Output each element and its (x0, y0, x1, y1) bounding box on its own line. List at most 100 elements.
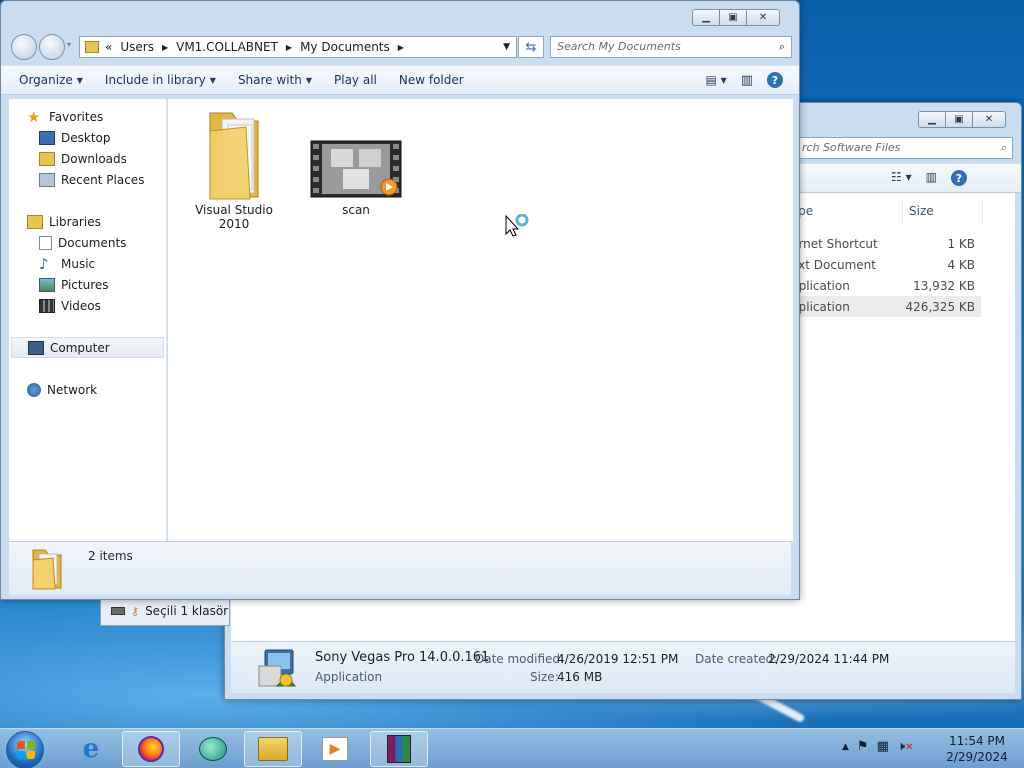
chevron-right-icon[interactable]: ▶ (398, 43, 404, 52)
nav-favorites[interactable]: ★ Favorites (9, 106, 166, 127)
back-search-placeholder: rch Software Files (802, 141, 901, 154)
help-icon[interactable]: ? (950, 170, 967, 186)
list-item[interactable]: ernet Shortcut 1 KB (791, 233, 981, 254)
folder-icon (29, 546, 65, 590)
view-options-icon[interactable]: ☷ ▾ (891, 170, 912, 186)
nav-libraries[interactable]: Libraries (9, 211, 166, 232)
nav-computer[interactable]: Computer (11, 337, 164, 358)
file-view[interactable]: Visual Studio 2010 scan (168, 99, 793, 541)
chat-app-icon (199, 737, 227, 761)
taskbar-media-player[interactable]: ▶ (306, 731, 364, 767)
folder-icon (202, 105, 266, 201)
search-input[interactable]: Search My Documents ⌕ (550, 36, 792, 58)
breadcrumb-my-documents[interactable]: My Documents ▶ (300, 40, 412, 54)
nav-downloads[interactable]: Downloads (9, 148, 166, 169)
address-folder-icon (85, 41, 99, 53)
forward-button[interactable] (39, 34, 65, 60)
back-caption-buttons: ▁ ▣ ✕ (918, 111, 1006, 128)
recent-pages-icon[interactable]: ▾ (67, 40, 71, 49)
share-with-button[interactable]: Share with ▼ (227, 73, 323, 87)
file-item-label: scan (342, 203, 370, 217)
firefox-icon (138, 736, 164, 762)
nav-pictures[interactable]: Pictures (9, 274, 166, 295)
list-item[interactable]: pplication 13,932 KB (791, 275, 981, 296)
details-pane: 2 items (9, 541, 791, 595)
nav-desktop[interactable]: Desktop (9, 127, 166, 148)
volume-muted-icon[interactable]: 🕨✕ (897, 739, 914, 754)
item-count: 2 items (88, 549, 133, 563)
show-hidden-icons-icon[interactable]: ▲ (842, 742, 849, 754)
address-dropdown-icon[interactable]: ▼ (503, 42, 510, 52)
drive-icon (111, 607, 125, 615)
play-all-button[interactable]: Play all (323, 73, 388, 87)
refresh-icon: ⇆ (525, 39, 537, 55)
address-overflow[interactable]: « (103, 40, 120, 54)
busy-cursor-icon (504, 213, 532, 241)
details-date-modified-label: Date modified: (475, 652, 565, 666)
front-caption-buttons: ▁ ▣ ✕ (692, 9, 780, 26)
minimize-button[interactable]: ▁ (692, 9, 720, 26)
taskbar-firefox[interactable] (122, 731, 180, 767)
refresh-button[interactable]: ⇆ (518, 36, 544, 58)
address-row: ▾ « Users ▶ VM1.COLLABNET ▶ My Documents… (9, 34, 792, 60)
help-icon[interactable]: ? (767, 72, 783, 88)
key-icon: ⚷ (131, 604, 140, 618)
preview-pane-icon[interactable]: ▥ (741, 73, 753, 88)
breadcrumb-users[interactable]: Users ▶ (120, 40, 176, 54)
address-bar[interactable]: « Users ▶ VM1.COLLABNET ▶ My Documents ▶… (79, 36, 517, 58)
preview-pane-icon[interactable]: ▥ (926, 170, 937, 186)
column-type[interactable]: ype (791, 201, 903, 223)
video-file-icon (309, 139, 403, 199)
caret-down-icon: ▼ (305, 75, 312, 85)
nav-documents[interactable]: Documents (9, 232, 166, 253)
taskbar-winrar[interactable] (370, 731, 428, 767)
search-placeholder: Search My Documents (557, 40, 681, 53)
taskbar-app-green[interactable] (184, 731, 242, 767)
clock-time: 11:54 PM (949, 734, 1005, 748)
file-item-scan[interactable]: scan (306, 139, 406, 217)
network-status-icon[interactable]: ▦ (877, 739, 889, 754)
nav-music[interactable]: ♪ Music (9, 253, 166, 274)
include-in-library-button[interactable]: Include in library ▼ (94, 73, 227, 87)
nav-network[interactable]: Network (9, 379, 166, 400)
list-item-selected[interactable]: pplication 426,325 KB (791, 296, 981, 317)
my-documents-window[interactable]: ▁ ▣ ✕ ▾ « Users ▶ VM1.COLLABNET ▶ My Doc… (0, 0, 800, 600)
windows-logo-icon (17, 741, 35, 759)
search-icon: ⌕ (999, 141, 1006, 154)
documents-icon (39, 235, 52, 250)
maximize-button[interactable]: ▣ (945, 111, 973, 128)
nav-videos[interactable]: Videos (9, 295, 166, 316)
close-button[interactable]: ✕ (746, 9, 780, 26)
taskbar: e ▶ ▲ ⚑ ▦ 🕨✕ 11:54 PM 2/29/2024 (0, 728, 1024, 768)
organize-button[interactable]: Organize ▼ (1, 73, 94, 87)
downloads-folder-icon (39, 151, 55, 166)
back-search-input[interactable]: rch Software Files ⌕ (795, 137, 1013, 159)
maximize-button[interactable]: ▣ (719, 9, 747, 26)
file-item-visual-studio-2010[interactable]: Visual Studio 2010 (184, 105, 284, 231)
back-file-list: ernet Shortcut 1 KB ext Document 4 KB pp… (791, 233, 981, 317)
chevron-right-icon[interactable]: ▶ (286, 43, 292, 52)
taskbar-internet-explorer[interactable]: e (62, 731, 120, 767)
column-size[interactable]: Size (903, 201, 983, 223)
taskbar-clock[interactable]: 11:54 PM 2/29/2024 (940, 733, 1014, 765)
star-icon: ★ (27, 107, 41, 126)
list-item[interactable]: ext Document 4 KB (791, 254, 981, 275)
caret-down-icon: ▼ (209, 75, 216, 85)
file-item-label: Visual Studio 2010 (195, 203, 273, 231)
action-center-flag-icon[interactable]: ⚑ (857, 739, 869, 754)
new-folder-button[interactable]: New folder (388, 73, 475, 87)
internet-explorer-icon: e (82, 734, 100, 764)
chevron-right-icon[interactable]: ▶ (162, 43, 168, 52)
back-button[interactable] (11, 34, 37, 60)
system-tray: ▲ ⚑ ▦ 🕨✕ (842, 739, 913, 754)
back-column-headers: ype Size (791, 201, 1011, 223)
minimize-button[interactable]: ▁ (918, 111, 946, 128)
music-icon: ♪ (39, 254, 49, 273)
change-view-icon[interactable]: ▤ ▾ (706, 73, 727, 87)
details-date-modified: 4/26/2019 12:51 PM (557, 652, 679, 666)
start-button[interactable] (6, 731, 44, 768)
nav-recent-places[interactable]: Recent Places (9, 169, 166, 190)
breadcrumb-vm1[interactable]: VM1.COLLABNET ▶ (176, 40, 300, 54)
taskbar-windows-explorer[interactable] (244, 731, 302, 767)
close-button[interactable]: ✕ (972, 111, 1006, 128)
